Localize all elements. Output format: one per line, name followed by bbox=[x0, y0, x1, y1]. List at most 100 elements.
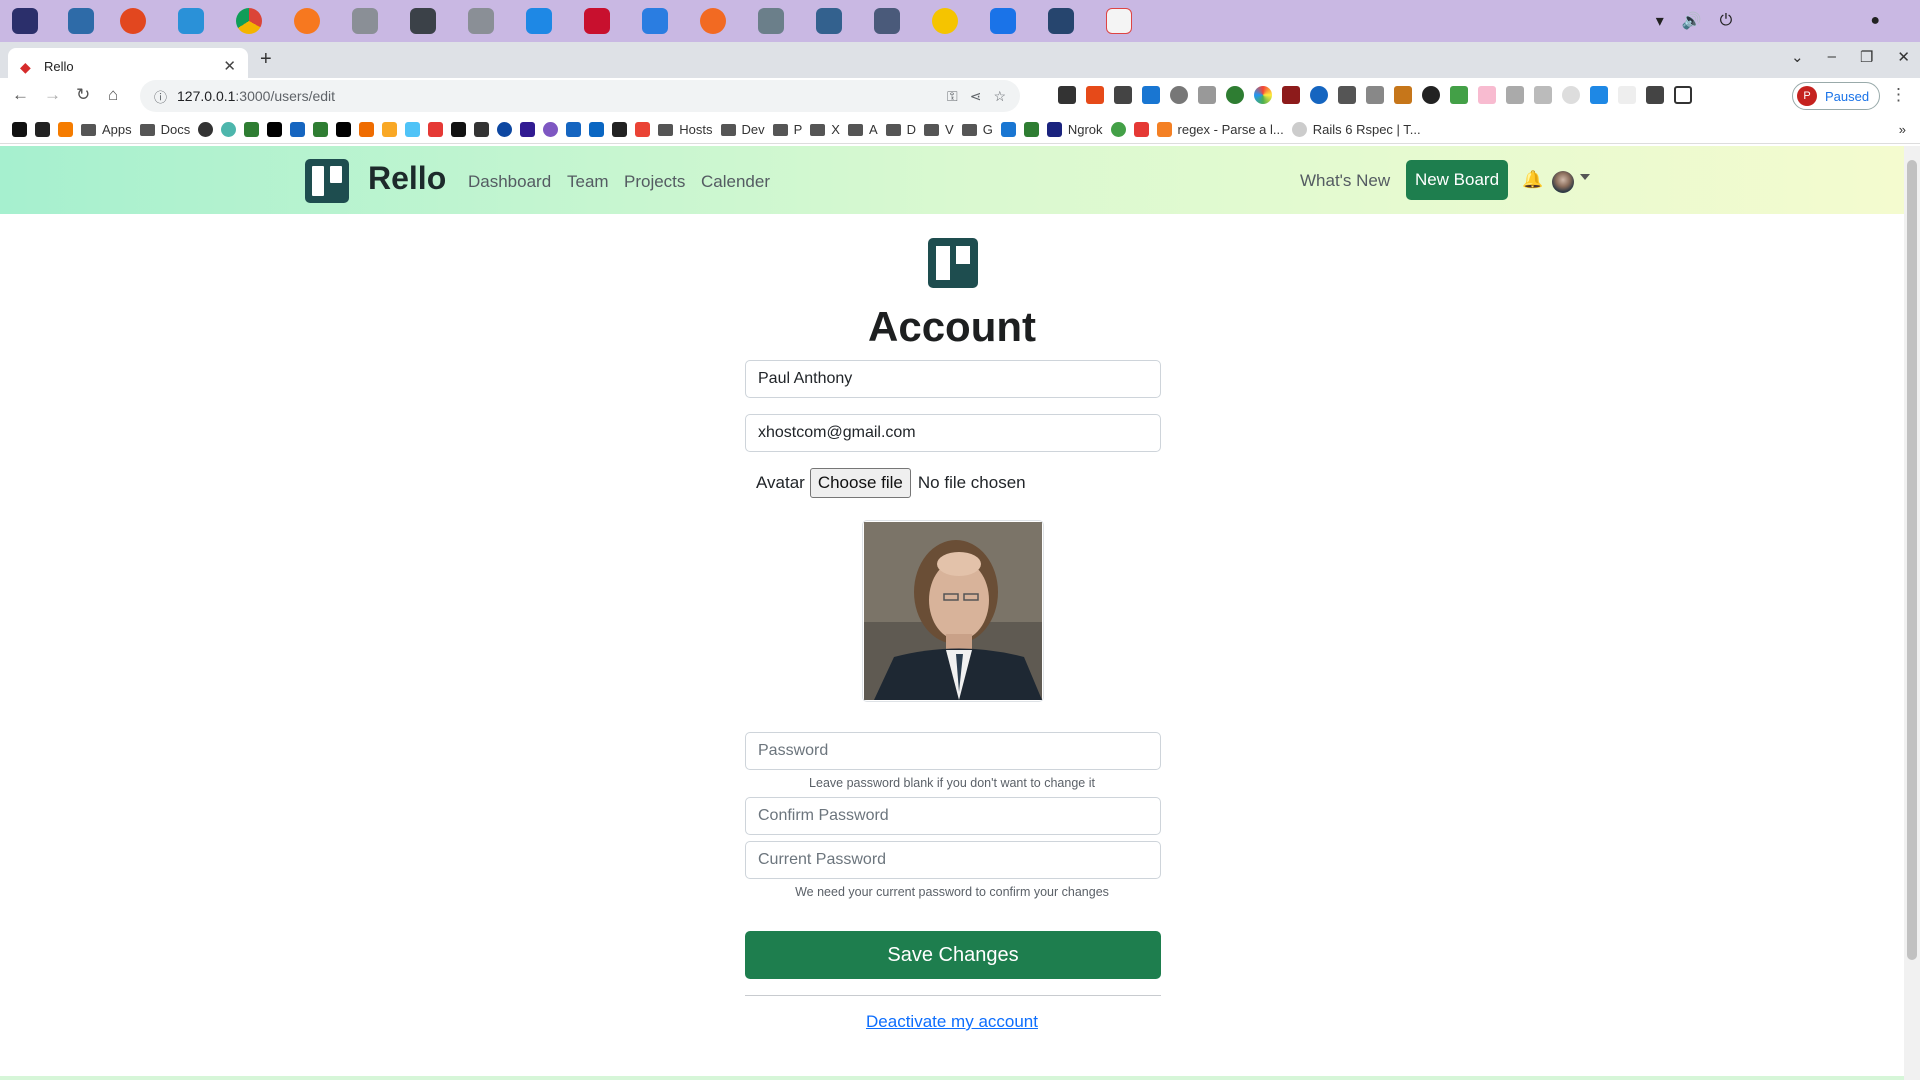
b-app-icon[interactable] bbox=[932, 8, 958, 34]
bookmark-icon[interactable] bbox=[58, 122, 73, 137]
extension-icon[interactable] bbox=[1310, 86, 1328, 104]
more-bookmarks-icon[interactable]: » bbox=[1899, 122, 1906, 137]
password-field[interactable]: Password bbox=[745, 732, 1161, 770]
extension-icon[interactable] bbox=[1142, 86, 1160, 104]
bookmark-icon[interactable] bbox=[428, 122, 444, 137]
vscode-icon[interactable] bbox=[526, 8, 552, 34]
bookmark-regex[interactable]: regex - Parse a l... bbox=[1156, 122, 1284, 137]
launcher-icon[interactable] bbox=[12, 8, 38, 34]
wifi-icon[interactable]: ▾ bbox=[1656, 11, 1664, 31]
bookmark-icon[interactable] bbox=[589, 122, 605, 137]
bookmark-folder-d[interactable]: D bbox=[885, 122, 916, 137]
new-board-button[interactable]: New Board bbox=[1406, 160, 1508, 200]
bookmark-icon[interactable] bbox=[520, 122, 536, 137]
bookmark-icon[interactable] bbox=[1023, 122, 1039, 137]
extension-icon[interactable] bbox=[1226, 86, 1244, 104]
confirm-password-field[interactable]: Confirm Password bbox=[745, 797, 1161, 835]
extension-icon[interactable] bbox=[1618, 86, 1636, 104]
bookmark-folder-dev[interactable]: Dev bbox=[720, 122, 765, 137]
nav-team[interactable]: Team bbox=[567, 172, 609, 192]
elephant-app-icon[interactable] bbox=[874, 8, 900, 34]
scrollbar-thumb[interactable] bbox=[1907, 160, 1917, 960]
save-changes-button[interactable]: Save Changes bbox=[745, 931, 1161, 979]
power-icon[interactable]: ⏻ bbox=[1720, 12, 1733, 30]
name-field[interactable]: Paul Anthony bbox=[745, 360, 1161, 398]
bookmark-icon[interactable] bbox=[359, 122, 375, 137]
extension-icon[interactable] bbox=[1506, 86, 1524, 104]
page-scrollbar[interactable] bbox=[1904, 146, 1920, 1080]
gmail-icon[interactable] bbox=[635, 122, 651, 137]
tab-close-icon[interactable]: ✕ bbox=[223, 57, 236, 75]
rello-logo-icon[interactable] bbox=[305, 159, 349, 203]
current-password-field[interactable]: Current Password bbox=[745, 841, 1161, 879]
extension-icon[interactable] bbox=[1450, 86, 1468, 104]
bookmark-star-icon[interactable]: ☆ bbox=[993, 88, 1006, 105]
extension-icon[interactable] bbox=[1394, 86, 1412, 104]
bookmark-icon[interactable] bbox=[313, 122, 329, 137]
chrome-icon[interactable] bbox=[236, 8, 262, 34]
firefox-dev-icon[interactable] bbox=[120, 8, 146, 34]
extension-icon[interactable] bbox=[1478, 86, 1496, 104]
extension-icon[interactable] bbox=[1086, 86, 1104, 104]
extension-icon[interactable] bbox=[1366, 86, 1384, 104]
bookmark-rails-rspec[interactable]: Rails 6 Rspec | T... bbox=[1291, 122, 1421, 137]
firefox-icon[interactable] bbox=[294, 8, 320, 34]
nav-projects[interactable]: Projects bbox=[624, 172, 685, 192]
bookmark-icon[interactable] bbox=[336, 122, 352, 137]
deactivate-account-link[interactable]: Deactivate my account bbox=[0, 1012, 1904, 1032]
tab-search-icon[interactable]: ⌄ bbox=[1791, 48, 1804, 66]
profile-button[interactable]: P Paused bbox=[1792, 82, 1880, 110]
bookmark-apps[interactable]: Apps bbox=[81, 122, 132, 137]
user-avatar[interactable] bbox=[1552, 171, 1574, 193]
dark-app-icon[interactable] bbox=[1048, 8, 1074, 34]
compass-app-icon[interactable] bbox=[700, 8, 726, 34]
bookmark-folder-docs[interactable]: Docs bbox=[139, 122, 190, 137]
upload-app-icon[interactable] bbox=[642, 8, 668, 34]
rubymine-icon[interactable] bbox=[584, 8, 610, 34]
extension-icon[interactable] bbox=[1282, 86, 1300, 104]
forward-icon[interactable]: → bbox=[44, 85, 61, 105]
bookmark-folder-v[interactable]: V bbox=[924, 122, 954, 137]
side-panel-icon[interactable] bbox=[1674, 86, 1692, 104]
bookmark-ngrok[interactable]: Ngrok bbox=[1046, 122, 1103, 137]
bookmark-icon[interactable] bbox=[12, 122, 27, 137]
camera-app-icon[interactable] bbox=[178, 8, 204, 34]
postgres-icon[interactable] bbox=[816, 8, 842, 34]
bookmark-icon[interactable] bbox=[244, 122, 260, 137]
choose-file-button[interactable]: Choose file bbox=[809, 468, 911, 498]
bookmark-folder-hosts[interactable]: Hosts bbox=[658, 122, 713, 137]
email-field[interactable]: xhostcom@gmail.com bbox=[745, 414, 1161, 452]
minimize-icon[interactable]: – bbox=[1828, 48, 1836, 66]
whats-new-link[interactable]: What's New bbox=[1300, 171, 1390, 191]
extension-icon[interactable] bbox=[1198, 86, 1216, 104]
files-icon[interactable] bbox=[68, 8, 94, 34]
close-window-icon[interactable]: ✕ bbox=[1897, 48, 1910, 66]
bookmark-icon[interactable] bbox=[497, 122, 513, 137]
extension-icon[interactable] bbox=[1058, 86, 1076, 104]
bookmark-icon[interactable] bbox=[1000, 122, 1016, 137]
bookmark-icon[interactable] bbox=[566, 122, 582, 137]
maximize-icon[interactable]: ❐ bbox=[1860, 48, 1873, 66]
bookmark-folder-a[interactable]: A bbox=[847, 122, 878, 137]
extension-icon[interactable] bbox=[1534, 86, 1552, 104]
extension-icon[interactable] bbox=[1170, 86, 1188, 104]
bookmark-icon[interactable] bbox=[1133, 122, 1149, 137]
bookmark-icon[interactable] bbox=[1110, 122, 1126, 137]
bookmark-icon[interactable] bbox=[290, 122, 306, 137]
new-tab-button[interactable]: + bbox=[260, 48, 272, 71]
bookmark-icon[interactable] bbox=[35, 122, 50, 137]
extension-icon[interactable] bbox=[1254, 86, 1272, 104]
bookmark-icon[interactable] bbox=[543, 122, 559, 137]
browser-menu-icon[interactable]: ⋮ bbox=[1890, 85, 1907, 105]
key-icon[interactable]: ⚿ bbox=[947, 88, 958, 105]
bookmark-folder-g[interactable]: G bbox=[961, 122, 993, 137]
extension-icon[interactable] bbox=[1422, 86, 1440, 104]
bookmark-icon[interactable] bbox=[451, 122, 467, 137]
extension-icon[interactable] bbox=[1114, 86, 1132, 104]
bookmark-icon[interactable] bbox=[267, 122, 283, 137]
terminal-icon[interactable] bbox=[410, 8, 436, 34]
brand-name[interactable]: Rello bbox=[368, 160, 446, 197]
site-info-icon[interactable]: ⓘ bbox=[154, 87, 167, 106]
extension-icon[interactable] bbox=[1590, 86, 1608, 104]
volume-icon[interactable]: 🔊 bbox=[1682, 11, 1702, 31]
